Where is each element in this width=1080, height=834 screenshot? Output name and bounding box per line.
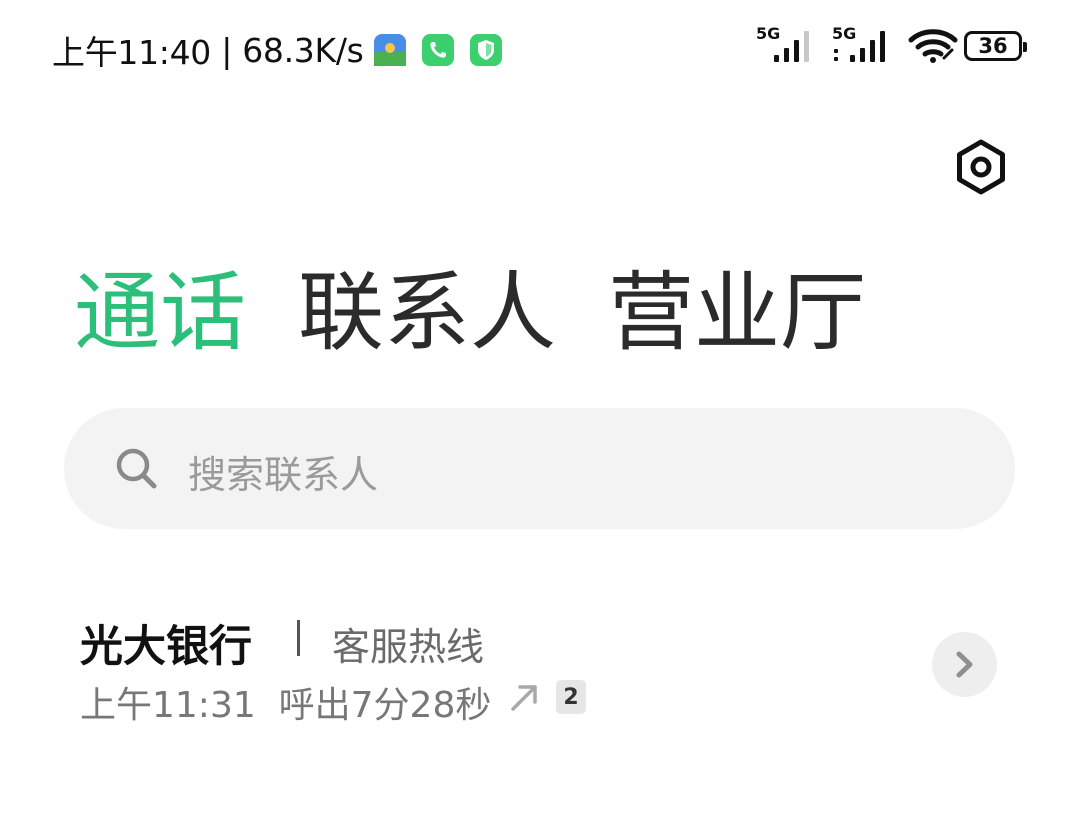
network-speed: 68.3K/s — [242, 30, 364, 70]
status-time: 上午11:40 — [52, 33, 212, 72]
status-separator: | — [211, 30, 243, 70]
tab-service-hall[interactable]: 营业厅 — [608, 262, 866, 365]
signal-1: 5G — [756, 24, 818, 64]
gallery-app-icon — [373, 34, 406, 66]
tab-contacts[interactable]: 联系人 — [298, 262, 556, 365]
name-label-divider — [297, 620, 300, 656]
main-tabs: 通话 联系人 营业厅 — [74, 262, 918, 365]
status-right: 5G 5G 36 — [756, 24, 1027, 64]
signal-1-label: 5G — [756, 24, 781, 43]
outgoing-call-icon — [511, 685, 537, 711]
call-log-detail: 呼出7分28秒 — [278, 685, 492, 726]
call-log-row[interactable]: 光大银行 客服热线 上午11:31 呼出7分28秒 2 — [0, 600, 1080, 740]
signal-2-label: 5G — [832, 24, 857, 43]
wifi-icon — [908, 29, 958, 63]
security-shield-icon — [469, 34, 502, 66]
call-log-name: 光大银行 — [80, 622, 252, 672]
battery-level: 36 — [978, 34, 1008, 58]
status-bar: 上午11:40 | 68.3K/s 5G 5G 36 — [0, 0, 1080, 96]
chevron-right-icon — [956, 651, 973, 678]
call-log-time: 上午11:31 — [80, 685, 256, 726]
phone-app-icon — [421, 34, 454, 66]
tab-calls[interactable]: 通话 — [74, 262, 246, 365]
battery-indicator: 36 — [964, 31, 1027, 61]
call-log-label: 客服热线 — [332, 625, 485, 669]
gear-icon — [957, 139, 1005, 195]
call-log-meta: 上午11:31 呼出7分28秒 — [80, 676, 491, 728]
call-detail-button[interactable] — [932, 632, 997, 697]
search-icon — [116, 448, 157, 489]
search-placeholder: 搜索联系人 — [188, 453, 379, 497]
sim-badge: 2 — [556, 680, 586, 714]
status-left: 上午11:40 | 68.3K/s — [52, 26, 502, 74]
signal-2: 5G — [832, 24, 894, 64]
settings-button[interactable] — [952, 138, 1010, 196]
